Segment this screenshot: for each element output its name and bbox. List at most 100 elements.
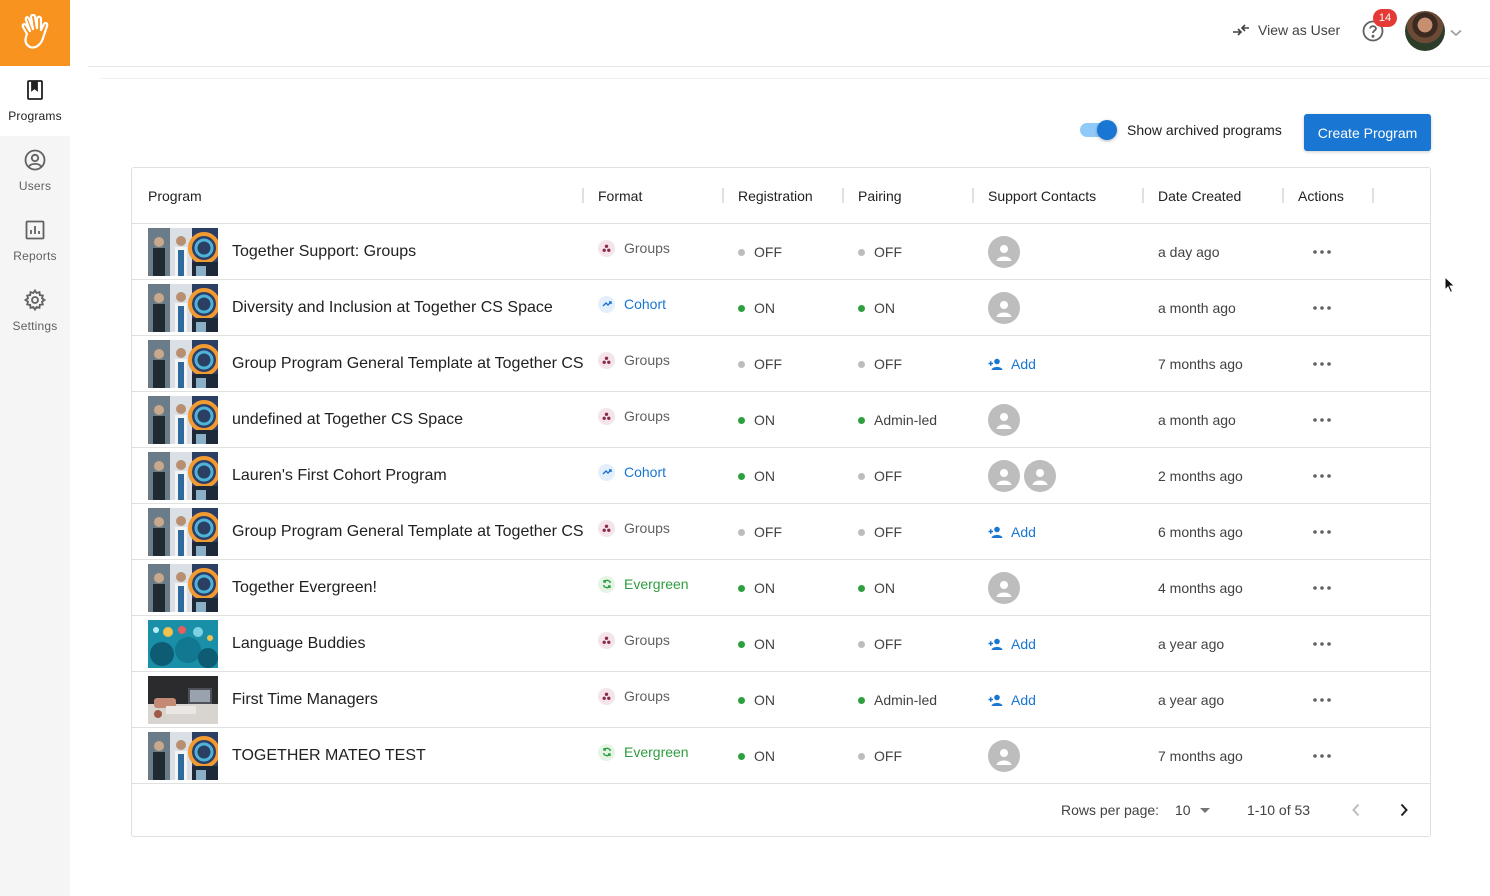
column-divider[interactable] — [842, 188, 844, 203]
row-actions-button[interactable] — [1308, 518, 1336, 546]
format-tag: Cohort — [598, 462, 666, 482]
program-thumbnail[interactable] — [148, 508, 218, 556]
rows-per-page-label: Rows per page: — [1061, 802, 1160, 818]
table-row[interactable]: undefined at Together CS Space Groups ON Ad… — [132, 392, 1430, 448]
column-divider[interactable] — [972, 188, 974, 203]
program-name[interactable]: undefined at Together CS Space — [232, 392, 584, 448]
divider — [100, 78, 1490, 79]
row-actions-button[interactable] — [1308, 350, 1336, 378]
add-support-contact-button[interactable]: Add — [988, 356, 1036, 372]
table-row[interactable]: Group Program General Template at Togeth… — [132, 504, 1430, 560]
show-archived-toggle[interactable]: Show archived programs — [1080, 120, 1282, 140]
program-name[interactable]: Group Program General Template at Togeth… — [232, 336, 584, 392]
program-name[interactable]: Diversity and Inclusion at Together CS S… — [232, 280, 584, 336]
column-divider[interactable] — [1372, 188, 1374, 203]
column-header-registration[interactable]: Registration — [738, 168, 813, 224]
row-actions-button[interactable] — [1308, 742, 1336, 770]
program-name[interactable]: Lauren's First Cohort Program — [232, 448, 584, 504]
support-contact-avatar[interactable] — [988, 236, 1020, 268]
sidebar-item-settings[interactable]: Settings — [0, 276, 70, 346]
sidebar-item-users[interactable]: Users — [0, 136, 70, 206]
support-contact-avatar[interactable] — [988, 572, 1020, 604]
notification-badge: 14 — [1373, 9, 1397, 27]
row-actions-button[interactable] — [1308, 406, 1336, 434]
row-actions-button[interactable] — [1308, 686, 1336, 714]
program-thumbnail[interactable] — [148, 732, 218, 780]
program-thumbnail[interactable] — [148, 620, 218, 668]
date-created: 6 months ago — [1158, 524, 1243, 540]
program-name[interactable]: Group Program General Template at Togeth… — [232, 504, 584, 560]
program-thumbnail[interactable] — [148, 340, 218, 388]
status-dot — [738, 752, 745, 760]
sidebar: Programs Users Reports Settings — [0, 0, 70, 896]
rows-per-page-select[interactable]: 10 — [1175, 784, 1210, 836]
add-support-contact-button[interactable]: Add — [988, 692, 1036, 708]
groups-format-icon — [598, 239, 615, 257]
column-divider[interactable] — [582, 188, 584, 203]
column-header-support-contacts[interactable]: Support Contacts — [988, 168, 1096, 224]
column-divider[interactable] — [1142, 188, 1144, 203]
program-thumbnail[interactable] — [148, 564, 218, 612]
format-label: Groups — [624, 352, 670, 368]
next-page-button[interactable] — [1392, 798, 1416, 822]
column-header-pairing[interactable]: Pairing — [858, 168, 902, 224]
view-as-user-button[interactable]: View as User — [1232, 20, 1340, 40]
person-icon — [1030, 466, 1050, 486]
program-thumbnail[interactable] — [148, 396, 218, 444]
column-header-date-created[interactable]: Date Created — [1158, 168, 1241, 224]
column-divider[interactable] — [1282, 188, 1284, 203]
support-contact-avatar[interactable] — [1024, 460, 1056, 492]
pairing-label: Admin-led — [874, 412, 938, 428]
previous-page-button[interactable] — [1344, 798, 1368, 822]
table-row[interactable]: Diversity and Inclusion at Together CS S… — [132, 280, 1430, 336]
sidebar-item-programs[interactable]: Programs — [0, 66, 70, 136]
add-support-contact-button[interactable]: Add — [988, 524, 1036, 540]
table-row[interactable]: Together Evergreen! Evergreen ON ON 4 months… — [132, 560, 1430, 616]
format-label: Evergreen — [624, 744, 689, 760]
program-thumbnail[interactable] — [148, 452, 218, 500]
app-logo[interactable] — [0, 0, 70, 66]
toggle-switch[interactable] — [1080, 120, 1117, 140]
table-row[interactable]: Group Program General Template at Togeth… — [132, 336, 1430, 392]
create-program-button[interactable]: Create Program — [1304, 114, 1431, 151]
program-name[interactable]: TOGETHER MATEO TEST — [232, 728, 584, 784]
support-contact-avatar[interactable] — [988, 460, 1020, 492]
program-thumbnail[interactable] — [148, 676, 218, 724]
row-actions-button[interactable] — [1308, 294, 1336, 322]
pairing-label: OFF — [874, 524, 902, 540]
support-contacts — [988, 560, 1024, 616]
program-name[interactable]: Together Evergreen! — [232, 560, 584, 616]
column-header-program[interactable]: Program — [148, 168, 202, 224]
table-row[interactable]: Together Support: Groups Groups OFF OFF a da… — [132, 224, 1430, 280]
row-actions-button[interactable] — [1308, 574, 1336, 602]
table-row[interactable]: First Time Managers Groups ON Admin-led Add a… — [132, 672, 1430, 728]
more-horizontal-icon — [1313, 754, 1331, 758]
program-name[interactable]: First Time Managers — [232, 672, 584, 728]
add-support-contact-button[interactable]: Add — [988, 636, 1036, 652]
column-header-format[interactable]: Format — [598, 168, 642, 224]
sidebar-item-reports[interactable]: Reports — [0, 206, 70, 276]
evergreen-format-icon — [598, 575, 615, 593]
chevron-down-icon[interactable] — [1450, 24, 1462, 42]
program-name[interactable]: Together Support: Groups — [232, 224, 584, 280]
format-label: Groups — [624, 688, 670, 704]
status-dot — [738, 696, 745, 704]
program-thumbnail[interactable] — [148, 228, 218, 276]
support-contacts: Add — [988, 672, 1036, 728]
registration-status: OFF — [738, 336, 782, 392]
program-thumbnail[interactable] — [148, 284, 218, 332]
sidebar-item-label: Programs — [8, 109, 62, 123]
table-row[interactable]: TOGETHER MATEO TEST Evergreen ON OFF 7 month… — [132, 728, 1430, 784]
table-row[interactable]: Language Buddies Groups ON OFF Add a year ago — [132, 616, 1430, 672]
support-contact-avatar[interactable] — [988, 292, 1020, 324]
format-tag: Groups — [598, 238, 670, 258]
avatar[interactable] — [1405, 11, 1445, 51]
column-divider[interactable] — [722, 188, 724, 203]
table-row[interactable]: Lauren's First Cohort Program Cohort ON OFF… — [132, 448, 1430, 504]
row-actions-button[interactable] — [1308, 238, 1336, 266]
program-name[interactable]: Language Buddies — [232, 616, 584, 672]
row-actions-button[interactable] — [1308, 630, 1336, 658]
row-actions-button[interactable] — [1308, 462, 1336, 490]
support-contact-avatar[interactable] — [988, 740, 1020, 772]
support-contact-avatar[interactable] — [988, 404, 1020, 436]
